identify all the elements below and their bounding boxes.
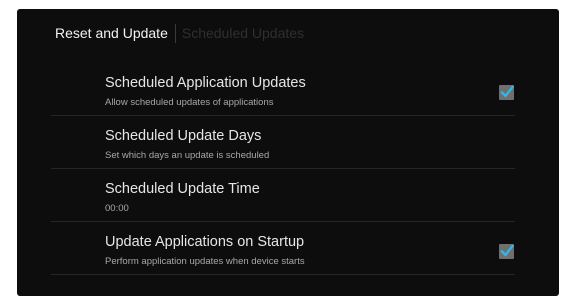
setting-scheduled-update-time[interactable]: Scheduled Update Time 00:00 — [51, 169, 515, 222]
setting-subtitle: Set which days an update is scheduled — [105, 150, 270, 161]
setting-title: Update Applications on Startup — [105, 234, 305, 250]
setting-title: Scheduled Application Updates — [105, 75, 306, 91]
breadcrumb-divider — [174, 23, 176, 43]
breadcrumb: Reset and Update Scheduled Updates — [55, 22, 304, 44]
checkbox-scheduled-application-updates[interactable] — [499, 85, 514, 100]
breadcrumb-next[interactable]: Scheduled Updates — [182, 25, 304, 41]
checkbox-update-applications-on-startup[interactable] — [499, 244, 514, 259]
setting-subtitle: 00:00 — [105, 203, 129, 214]
settings-list: Scheduled Application Updates Allow sche… — [51, 63, 515, 275]
checkmark-icon — [500, 244, 514, 257]
checkmark-icon — [500, 85, 514, 98]
setting-subtitle: Allow scheduled updates of applications — [105, 97, 274, 108]
setting-scheduled-update-days[interactable]: Scheduled Update Days Set which days an … — [51, 116, 515, 169]
setting-title: Scheduled Update Time — [105, 181, 260, 197]
setting-subtitle: Perform application updates when device … — [105, 256, 305, 267]
setting-scheduled-application-updates[interactable]: Scheduled Application Updates Allow sche… — [51, 63, 515, 116]
breadcrumb-current[interactable]: Reset and Update — [55, 25, 168, 41]
setting-update-applications-on-startup[interactable]: Update Applications on Startup Perform a… — [51, 222, 515, 275]
setting-title: Scheduled Update Days — [105, 128, 262, 144]
settings-screen: Reset and Update Scheduled Updates Sched… — [17, 9, 559, 296]
